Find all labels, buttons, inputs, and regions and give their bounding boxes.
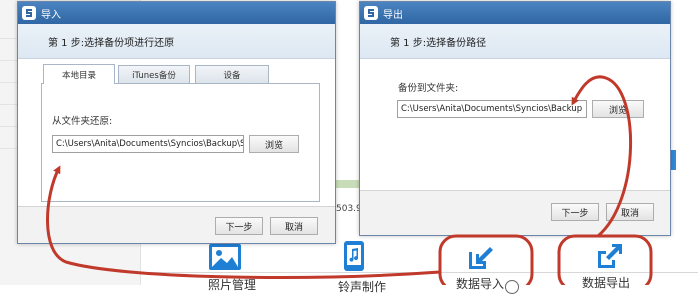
restore-path-field[interactable]: C:\Users\Anita\Documents\Syncios\Backup\… [52, 135, 244, 153]
browse-button[interactable]: 浏览 [592, 100, 644, 118]
ringtone-maker-label: 铃声制作 [338, 280, 387, 294]
tab-local-directory[interactable]: 本地目录 [43, 64, 115, 84]
import-titlebar[interactable]: 导入 [18, 2, 335, 24]
import-step-header: 第 1 步:选择备份项进行还原 [18, 24, 335, 59]
backup-path-field[interactable]: C:\Users\Anita\Documents\Syncios\Backup [397, 100, 587, 118]
tab-itunes-backup[interactable]: iTunes备份 [118, 65, 190, 83]
ringtone-maker-icon[interactable] [343, 240, 365, 272]
export-footer: 下一步 取消 [360, 190, 670, 235]
next-button[interactable]: 下一步 [215, 217, 263, 235]
bottom-divider [138, 272, 698, 273]
backup-folder-label: 备份到文件夹: [398, 83, 459, 94]
local-directory-panel: 从文件夹还原: C:\Users\Anita\Documents\Syncios… [41, 83, 320, 202]
photo-manager-icon[interactable] [208, 243, 242, 271]
cancel-button[interactable]: 取消 [606, 203, 654, 221]
import-title: 导入 [41, 9, 61, 21]
next-button[interactable]: 下一步 [551, 203, 599, 221]
data-import-icon[interactable] [466, 244, 494, 272]
data-import-label: 数据导入 [456, 277, 505, 291]
cursor-indicator [505, 280, 519, 294]
restore-folder-label: 从文件夹还原: [52, 116, 113, 127]
export-step-header: 第 1 步:选择备份路径 [360, 24, 670, 59]
import-dialog: 导入 第 1 步:选择备份项进行还原 本地目录 iTunes备份 设备 从文件夹… [17, 1, 336, 244]
export-title: 导出 [383, 9, 403, 21]
import-footer: 下一步 取消 [18, 206, 335, 243]
cancel-button[interactable]: 取消 [270, 217, 318, 235]
export-dialog: 导出 第 1 步:选择备份路径 备份到文件夹: C:\Users\Anita\D… [359, 1, 671, 236]
export-step-text: 第 1 步:选择备份路径 [390, 38, 487, 49]
data-export-icon[interactable] [595, 243, 623, 271]
tab-device[interactable]: 设备 [195, 65, 269, 83]
app-logo-icon [364, 6, 378, 20]
browse-button[interactable]: 浏览 [249, 135, 299, 153]
import-step-text: 第 1 步:选择备份项进行还原 [48, 38, 175, 49]
export-titlebar[interactable]: 导出 [360, 2, 670, 24]
app-logo-icon [22, 6, 36, 20]
data-export-label: 数据导出 [582, 276, 631, 290]
